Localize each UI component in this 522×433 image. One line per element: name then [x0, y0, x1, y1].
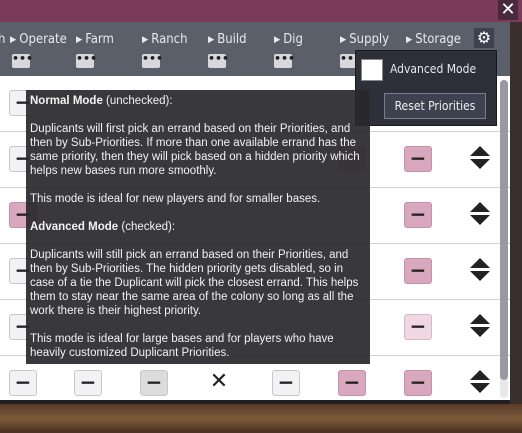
- column-header-h[interactable]: h: [0, 32, 5, 47]
- column-header-ranch[interactable]: ▶ Ranch: [142, 32, 188, 47]
- column-options-button[interactable]: •••: [76, 53, 97, 68]
- tooltip-normal-heading: Normal Mode (unchecked):: [30, 95, 173, 107]
- close-button[interactable]: ✕: [498, 0, 518, 20]
- reset-priorities-button[interactable]: Reset Priorities: [384, 93, 486, 119]
- play-icon: ▶: [274, 35, 281, 45]
- column-header-operate[interactable]: ▶ Operate: [10, 32, 67, 47]
- advanced-mode-label: Advanced Mode: [390, 62, 477, 76]
- column-header-farm[interactable]: ▶ Farm: [76, 32, 114, 47]
- sort-arrows-icon[interactable]: [470, 314, 490, 340]
- advanced-mode-panel: Advanced Mode Reset Priorities: [355, 50, 497, 126]
- advanced-mode-checkbox[interactable]: [361, 59, 383, 81]
- priority-cell[interactable]: −: [338, 370, 366, 396]
- play-icon: ▶: [10, 35, 17, 45]
- tooltip-advanced-note: This mode is ideal for large bases and f…: [30, 333, 334, 359]
- column-options-button[interactable]: •••: [274, 53, 295, 68]
- priority-cell[interactable]: −: [404, 202, 432, 228]
- priority-cell[interactable]: −: [140, 370, 168, 396]
- tooltip-normal-note: This mode is ideal for new players and f…: [30, 193, 321, 205]
- top-strip: [0, 0, 522, 22]
- priority-cell[interactable]: −: [404, 146, 432, 172]
- sort-arrows-icon[interactable]: [470, 202, 490, 228]
- priority-cell[interactable]: −: [9, 370, 37, 396]
- tooltip-normal-body: Duplicants will first pick an errand bas…: [30, 123, 360, 177]
- column-header-storage[interactable]: ▶ Storage: [406, 32, 461, 47]
- column-header-build[interactable]: ▶ Build: [208, 32, 247, 47]
- scrollbar-thumb[interactable]: [500, 80, 508, 380]
- play-icon: ▶: [142, 35, 149, 45]
- sort-arrows-icon[interactable]: [470, 258, 490, 284]
- sort-arrows-icon[interactable]: [470, 370, 490, 396]
- column-options-button[interactable]: •••: [142, 53, 163, 68]
- priority-cell[interactable]: −: [404, 370, 432, 396]
- priority-cell[interactable]: −: [404, 314, 432, 340]
- column-header-supply[interactable]: ▶ Supply: [340, 32, 389, 47]
- column-header-dig[interactable]: ▶ Dig: [274, 32, 303, 47]
- advanced-mode-tooltip: Normal Mode (unchecked): Duplicants will…: [26, 90, 370, 364]
- play-icon: ▶: [406, 35, 413, 45]
- tooltip-advanced-heading: Advanced Mode (checked):: [30, 221, 176, 233]
- disabled-cell-x-icon[interactable]: ✕: [206, 370, 232, 394]
- column-options-button[interactable]: •••: [12, 53, 33, 68]
- world-background: [0, 404, 522, 433]
- tooltip-advanced-body: Duplicants will still pick an errand bas…: [30, 249, 359, 317]
- scrollbar[interactable]: [500, 80, 508, 398]
- play-icon: ▶: [76, 35, 83, 45]
- play-icon: ▶: [208, 35, 215, 45]
- priority-cell[interactable]: −: [74, 370, 102, 396]
- sort-arrows-icon[interactable]: [470, 146, 490, 172]
- priority-cell[interactable]: −: [272, 370, 300, 396]
- column-options-button[interactable]: •••: [208, 53, 229, 68]
- gear-icon[interactable]: ⚙: [474, 28, 494, 48]
- play-icon: ▶: [340, 35, 347, 45]
- priority-cell[interactable]: −: [404, 258, 432, 284]
